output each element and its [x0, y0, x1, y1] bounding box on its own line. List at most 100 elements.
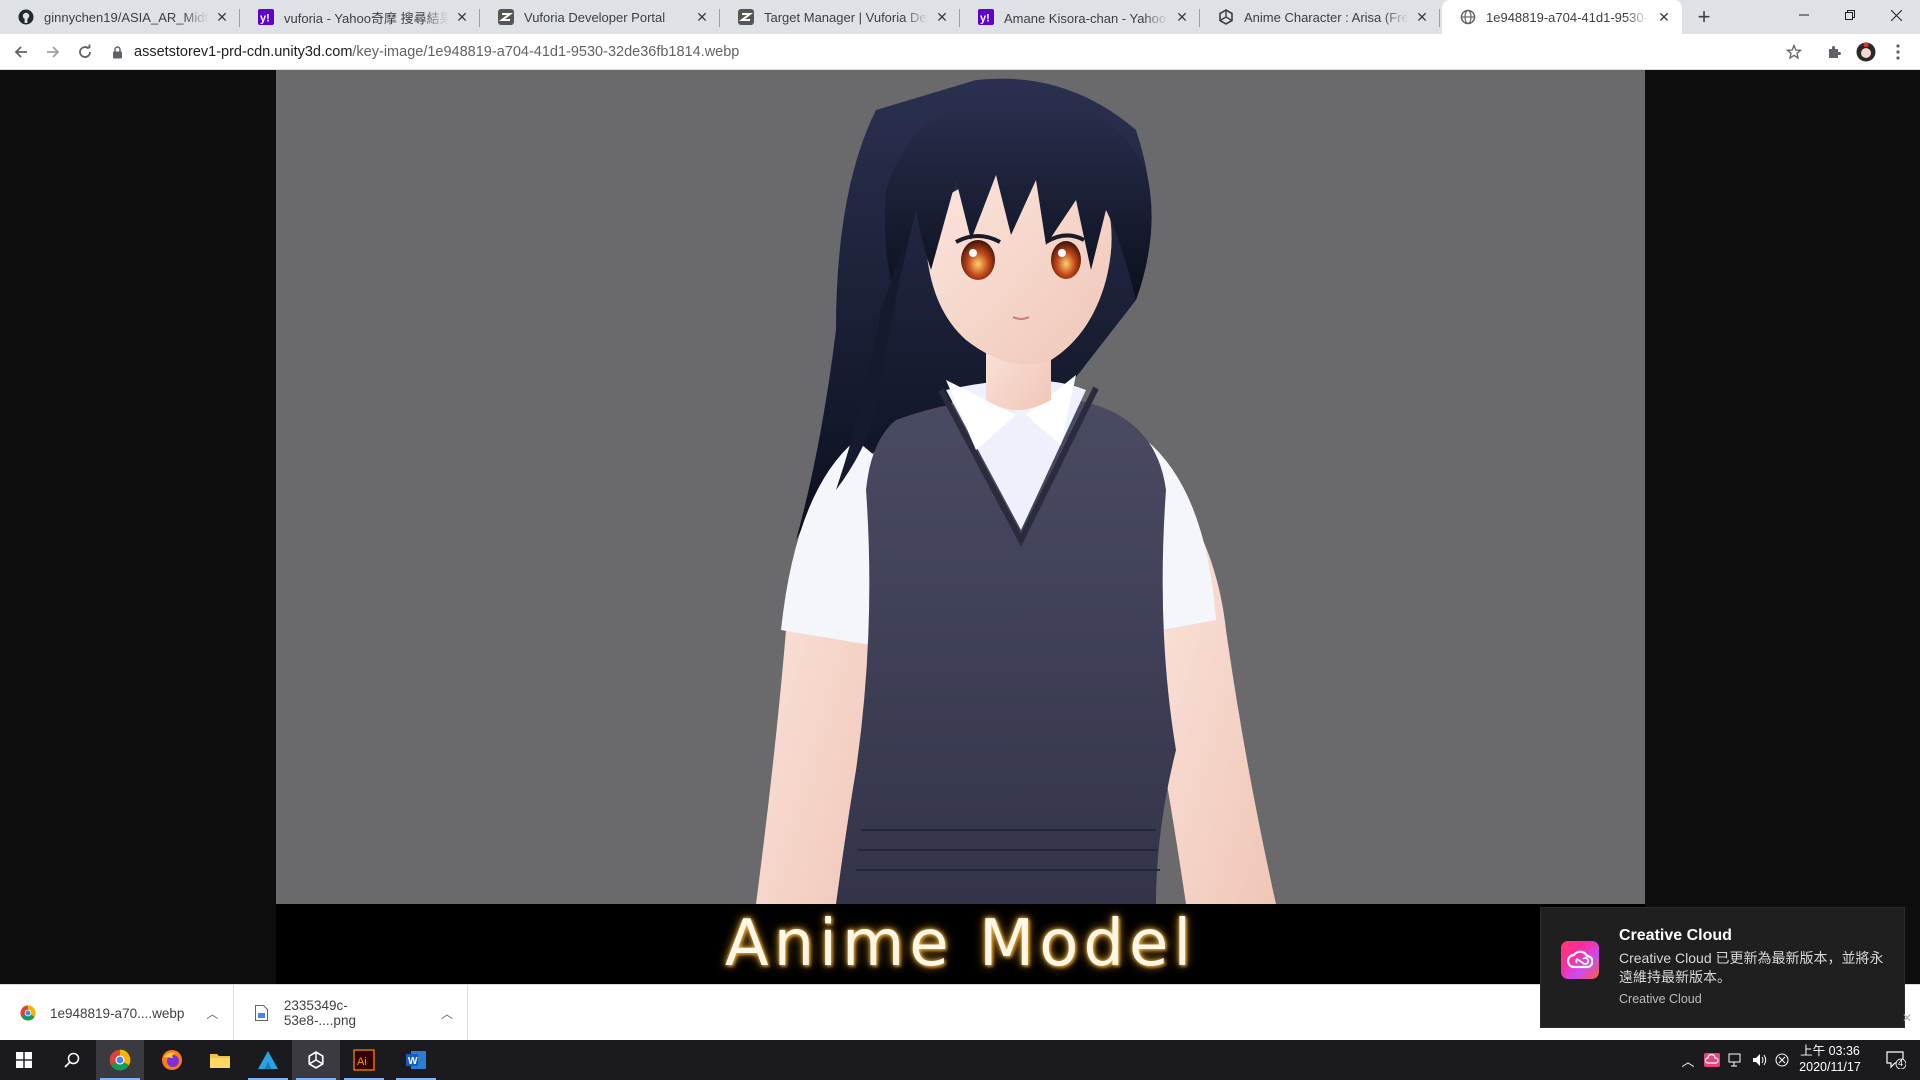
tab-title: vuforia - Yahoo奇摩 搜尋結果 [284, 10, 448, 26]
windows-taskbar: Ai W ︿ 上午 03:36 2020/11/17 4 [0, 1040, 1920, 1080]
webp-image: Anime Model [276, 70, 1645, 984]
image-caption: Anime Model [724, 907, 1197, 981]
app-arrow-icon [258, 1051, 278, 1069]
toast-source: Creative Cloud [1619, 992, 1702, 1006]
word-icon: W [406, 1051, 426, 1069]
notification-count: 4 [1898, 1058, 1904, 1068]
url-host: assetstorev1-prd-cdn.unity3d.com [134, 44, 353, 60]
chrome-icon [20, 1005, 36, 1021]
forward-button[interactable] [39, 38, 67, 66]
restore-icon [1845, 10, 1855, 20]
search-button[interactable] [48, 1040, 96, 1080]
taskbar-app-arrow[interactable] [244, 1040, 292, 1080]
download-item[interactable]: 2335349c-53e8-....png ︿ [234, 985, 468, 1041]
chevron-up-icon[interactable]: ︿ [206, 1005, 218, 1022]
start-button[interactable] [0, 1040, 48, 1080]
close-icon[interactable]: ✕ [454, 9, 470, 25]
yahoo-icon: y! [258, 9, 274, 25]
avatar-icon [1856, 42, 1876, 62]
restore-button[interactable] [1827, 0, 1873, 30]
plus-icon: + [1697, 4, 1711, 29]
close-icon[interactable]: ✕ [1656, 9, 1672, 25]
close-icon[interactable]: ✕ [1414, 9, 1430, 25]
tab-yahoo-vuforia[interactable]: y! vuforia - Yahoo奇摩 搜尋結果 ✕ [240, 0, 480, 34]
action-center-button[interactable]: 4 [1884, 1050, 1908, 1070]
tab-title: Amane Kisora-chan - Yahoo奇摩 搜尋結果 [1004, 10, 1168, 26]
svg-text:Ai: Ai [357, 1056, 367, 1068]
more-vert-icon [1896, 44, 1900, 60]
reload-icon [79, 44, 91, 58]
vuforia-icon [498, 9, 514, 25]
creative-cloud-icon [1561, 941, 1599, 979]
unity-icon [1218, 9, 1234, 25]
system-clock[interactable]: 上午 03:36 2020/11/17 [1782, 1043, 1878, 1075]
browser-toolbar: assetstorev1-prd-cdn.unity3d.com/key-ima… [0, 34, 1920, 70]
caption-bar: Anime Model [276, 904, 1645, 984]
tab-target-manager[interactable]: Target Manager | Vuforia Developer Porta… [720, 0, 960, 34]
svg-text:W: W [408, 1056, 418, 1067]
new-tab-button[interactable]: + [1692, 4, 1716, 29]
chevron-up-icon[interactable]: ︿ [1678, 1050, 1698, 1070]
search-icon [64, 1052, 80, 1068]
visual-studio-icon [308, 1051, 324, 1069]
tab-title: Anime Character : Arisa (Free / ... [1244, 9, 1408, 25]
firefox-icon [162, 1050, 182, 1070]
tab-title: Vuforia Developer Portal [524, 9, 666, 25]
volume-icon[interactable] [1750, 1050, 1770, 1070]
taskbar-unity[interactable] [292, 1040, 340, 1080]
close-icon[interactable]: ✕ [214, 9, 230, 25]
address-bar[interactable]: assetstorev1-prd-cdn.unity3d.com/key-ima… [110, 37, 1790, 67]
extensions-button[interactable] [1822, 40, 1846, 64]
arrow-left-icon [14, 46, 27, 58]
toast-body: Creative Cloud 已更新為最新版本，並將永遠維持最新版本。 [1619, 950, 1884, 985]
taskbar-chrome[interactable] [96, 1040, 144, 1080]
tab-unity-arisa[interactable]: Anime Character : Arisa (Free / ... ✕ [1200, 0, 1440, 34]
github-icon [18, 9, 34, 25]
yahoo-icon: y! [978, 9, 994, 25]
chevron-up-icon[interactable]: ︿ [441, 1005, 453, 1022]
close-icon[interactable]: ✕ [1902, 1011, 1912, 1025]
star-icon [1786, 44, 1802, 60]
download-filename: 1e948819-a70....webp [50, 1005, 185, 1021]
close-icon[interactable]: ✕ [694, 9, 710, 25]
page-viewport: Anime Model [0, 70, 1920, 984]
illustrator-icon: Ai [353, 1049, 375, 1071]
back-button[interactable] [7, 38, 35, 66]
browser-tab-strip: ginnychen19/ASIA_AR_Midterm ✕ y! vuforia… [0, 0, 1920, 34]
tab-github[interactable]: ginnychen19/ASIA_AR_Midterm ✕ [0, 0, 240, 34]
windows-start-icon [16, 1052, 32, 1068]
toast-title: Creative Cloud [1619, 927, 1732, 944]
tab-yahoo-amane[interactable]: y! Amane Kisora-chan - Yahoo奇摩 搜尋結果 ✕ [960, 0, 1200, 34]
network-icon[interactable] [1726, 1050, 1746, 1070]
profile-avatar[interactable] [1854, 40, 1878, 64]
puzzle-icon [1829, 46, 1841, 58]
svg-text:y!: y! [260, 13, 270, 25]
arrow-right-icon [47, 46, 60, 58]
image-file-icon [254, 1005, 270, 1021]
creative-cloud-tray-icon[interactable] [1702, 1050, 1722, 1070]
bookmark-star-button[interactable] [1782, 40, 1806, 64]
vuforia-icon [738, 9, 754, 25]
close-window-button[interactable] [1873, 0, 1919, 30]
tab-vuforia-portal[interactable]: Vuforia Developer Portal ✕ [480, 0, 720, 34]
svg-text:y!: y! [980, 13, 990, 25]
taskbar-firefox[interactable] [148, 1040, 196, 1080]
reload-button[interactable] [71, 38, 99, 66]
lock-icon [110, 45, 124, 59]
taskbar-file-explorer[interactable] [196, 1040, 244, 1080]
minimize-button[interactable] [1781, 0, 1827, 30]
download-item[interactable]: 1e948819-a70....webp ︿ [0, 985, 234, 1041]
url-path: /key-image/1e948819-a704-41d1-9530-32de3… [352, 44, 740, 60]
download-filename: 2335349c-53e8-....png [283, 998, 356, 1028]
close-icon [1890, 9, 1902, 21]
notification-toast[interactable]: Creative Cloud Creative Cloud 已更新為最新版本，並… [1540, 907, 1912, 1028]
close-icon[interactable]: ✕ [1174, 9, 1190, 25]
taskbar-word[interactable]: W [392, 1040, 440, 1080]
tab-title: 1e948819-a704-41d1-9530-32de36fb1814.web… [1486, 9, 1650, 25]
taskbar-illustrator[interactable]: Ai [340, 1040, 388, 1080]
chrome-menu-button[interactable] [1886, 40, 1910, 64]
tab-title: ginnychen19/ASIA_AR_Midterm [44, 9, 208, 25]
tab-webp-image[interactable]: 1e948819-a704-41d1-9530-32de36fb1814.web… [1442, 0, 1682, 34]
close-icon[interactable]: ✕ [934, 9, 950, 25]
clock-date: 2020/11/17 [1799, 1060, 1861, 1074]
